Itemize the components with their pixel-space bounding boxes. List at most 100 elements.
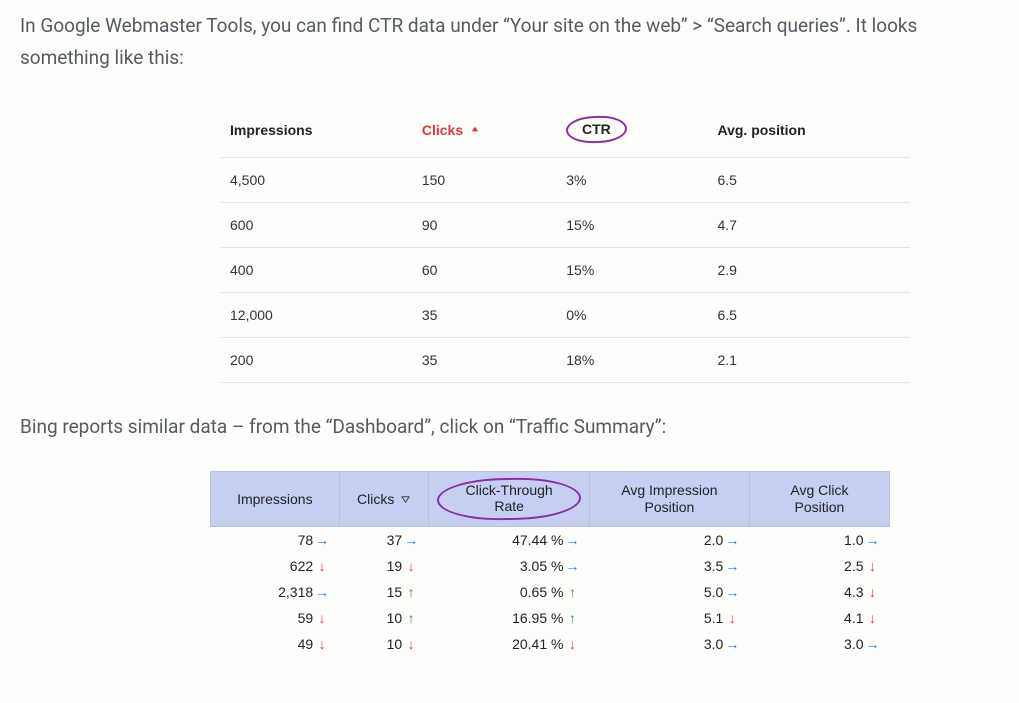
trend-arrow-right-icon: → <box>565 558 579 574</box>
cell-ctr: 20.41 %↓ <box>428 631 589 657</box>
cell-clicks: 15↑ <box>339 579 428 605</box>
ctr-label-line2: Rate <box>449 498 569 514</box>
cell-value: 49 <box>298 636 314 652</box>
cell-avg: 2.1 <box>707 338 910 383</box>
cell-clicks: 150 <box>412 158 556 203</box>
trend-arrow-right-icon: → <box>315 584 329 600</box>
cell-ctr: 0% <box>556 293 707 338</box>
cell-value: 10 <box>387 610 403 626</box>
cell-aip: 5.0→ <box>589 579 749 605</box>
cell-ctr: 3% <box>556 158 707 203</box>
cell-value: 2.5 <box>844 558 863 574</box>
trend-arrow-up-icon: ↑ <box>565 584 579 600</box>
trend-arrow-down-icon: ↓ <box>866 584 880 600</box>
table-header-row: Impressions Clicks Click-Through Rate Av… <box>211 472 890 527</box>
ctr-label-line1: Click-Through <box>449 482 569 498</box>
col-header-impressions[interactable]: Impressions <box>220 102 412 158</box>
col-header-ctr[interactable]: CTR <box>556 102 707 158</box>
table-row: 2,318→15↑0.65 %↑5.0→4.3↓ <box>211 579 890 605</box>
cell-ctr: 0.65 %↑ <box>428 579 589 605</box>
cell-ctr: 3.05 %→ <box>428 553 589 579</box>
cell-value: 5.0 <box>704 584 723 600</box>
col-header-clicks[interactable]: Clicks <box>339 472 428 527</box>
table-row: 4,5001503%6.5 <box>220 158 910 203</box>
cell-acp: 1.0→ <box>749 527 889 554</box>
col-header-ctr[interactable]: Click-Through Rate <box>428 472 589 527</box>
col-header-avg-impression-position[interactable]: Avg Impression Position <box>589 472 749 527</box>
cell-clicks: 37→ <box>339 527 428 554</box>
trend-arrow-down-icon: ↓ <box>404 558 418 574</box>
cell-value: 3.05 % <box>520 558 564 574</box>
trend-arrow-down-icon: ↓ <box>315 610 329 626</box>
cell-acp: 4.1↓ <box>749 605 889 631</box>
highlight-circle-icon: CTR <box>566 115 628 144</box>
trend-arrow-up-icon: ↑ <box>565 610 579 626</box>
cell-clicks: 90 <box>412 203 556 248</box>
cell-value: 4.1 <box>844 610 863 626</box>
cell-value: 5.1 <box>704 610 723 626</box>
cell-value: 0.65 % <box>520 584 564 600</box>
trend-arrow-up-icon: ↑ <box>404 584 418 600</box>
trend-arrow-down-icon: ↓ <box>315 558 329 574</box>
trend-arrow-right-icon: → <box>725 584 739 600</box>
sort-triangle-down-icon <box>401 491 410 508</box>
cell-clicks: 60 <box>412 248 556 293</box>
cell-avg: 2.9 <box>707 248 910 293</box>
cell-acp: 2.5↓ <box>749 553 889 579</box>
col-header-clicks[interactable]: Clicks <box>412 102 556 158</box>
cell-ctr: 15% <box>556 248 707 293</box>
table-row: 2003518%2.1 <box>220 338 910 383</box>
col-header-avg-position[interactable]: Avg. position <box>707 102 910 158</box>
trend-arrow-down-icon: ↓ <box>315 636 329 652</box>
cell-clicks: 35 <box>412 293 556 338</box>
table-row: 6009015%4.7 <box>220 203 910 248</box>
col-header-clicks-label: Clicks <box>422 122 463 138</box>
cell-value: 3.0 <box>704 636 723 652</box>
aip-label-line1: Avg Impression <box>598 482 741 499</box>
cell-value: 4.3 <box>844 584 863 600</box>
cell-acp: 3.0→ <box>749 631 889 657</box>
cell-value: 2.0 <box>704 532 723 548</box>
col-header-impressions[interactable]: Impressions <box>211 472 340 527</box>
trend-arrow-right-icon: → <box>725 558 739 574</box>
cell-avg: 6.5 <box>707 293 910 338</box>
trend-arrow-down-icon: ↓ <box>866 610 880 626</box>
table-row: 49↓10↓20.41 %↓3.0→3.0→ <box>211 631 890 657</box>
highlight-circle-icon: Click-Through Rate <box>436 477 581 522</box>
acp-label-line1: Avg Click <box>758 482 881 499</box>
cell-impressions: 49↓ <box>211 631 340 657</box>
cell-impressions: 622↓ <box>211 553 340 579</box>
cell-ctr: 16.95 %↑ <box>428 605 589 631</box>
cell-impressions: 78→ <box>211 527 340 554</box>
table-row: 59↓10↑16.95 %↑5.1↓4.1↓ <box>211 605 890 631</box>
trend-arrow-right-icon: → <box>866 636 880 652</box>
trend-arrow-right-icon: → <box>725 532 739 548</box>
cell-acp: 4.3↓ <box>749 579 889 605</box>
trend-arrow-right-icon: → <box>315 532 329 548</box>
table-row: 4006015%2.9 <box>220 248 910 293</box>
cell-impressions: 4,500 <box>220 158 412 203</box>
acp-label-line2: Position <box>758 499 881 516</box>
col-header-clicks-label: Clicks <box>357 491 394 507</box>
cell-value: 59 <box>298 610 314 626</box>
google-search-queries-table: Impressions Clicks CTR Avg. position 4,5… <box>220 102 910 383</box>
cell-value: 15 <box>387 584 403 600</box>
cell-value: 47.44 % <box>512 532 563 548</box>
trend-arrow-down-icon: ↓ <box>404 636 418 652</box>
trend-arrow-up-icon: ↑ <box>404 610 418 626</box>
trend-arrow-down-icon: ↓ <box>725 610 739 626</box>
cell-impressions: 600 <box>220 203 412 248</box>
trend-arrow-right-icon: → <box>404 532 418 548</box>
cell-aip: 5.1↓ <box>589 605 749 631</box>
col-header-avg-click-position[interactable]: Avg Click Position <box>749 472 889 527</box>
table-row: 78→37→47.44 %→2.0→1.0→ <box>211 527 890 554</box>
cell-value: 2,318 <box>278 584 313 600</box>
intro-paragraph-1: In Google Webmaster Tools, you can find … <box>20 10 999 74</box>
cell-value: 1.0 <box>844 532 863 548</box>
cell-value: 37 <box>387 532 403 548</box>
cell-value: 16.95 % <box>512 610 563 626</box>
bing-traffic-summary-table: Impressions Clicks Click-Through Rate Av… <box>210 471 890 657</box>
cell-value: 78 <box>298 532 314 548</box>
trend-arrow-right-icon: → <box>866 532 880 548</box>
trend-arrow-down-icon: ↓ <box>565 636 579 652</box>
